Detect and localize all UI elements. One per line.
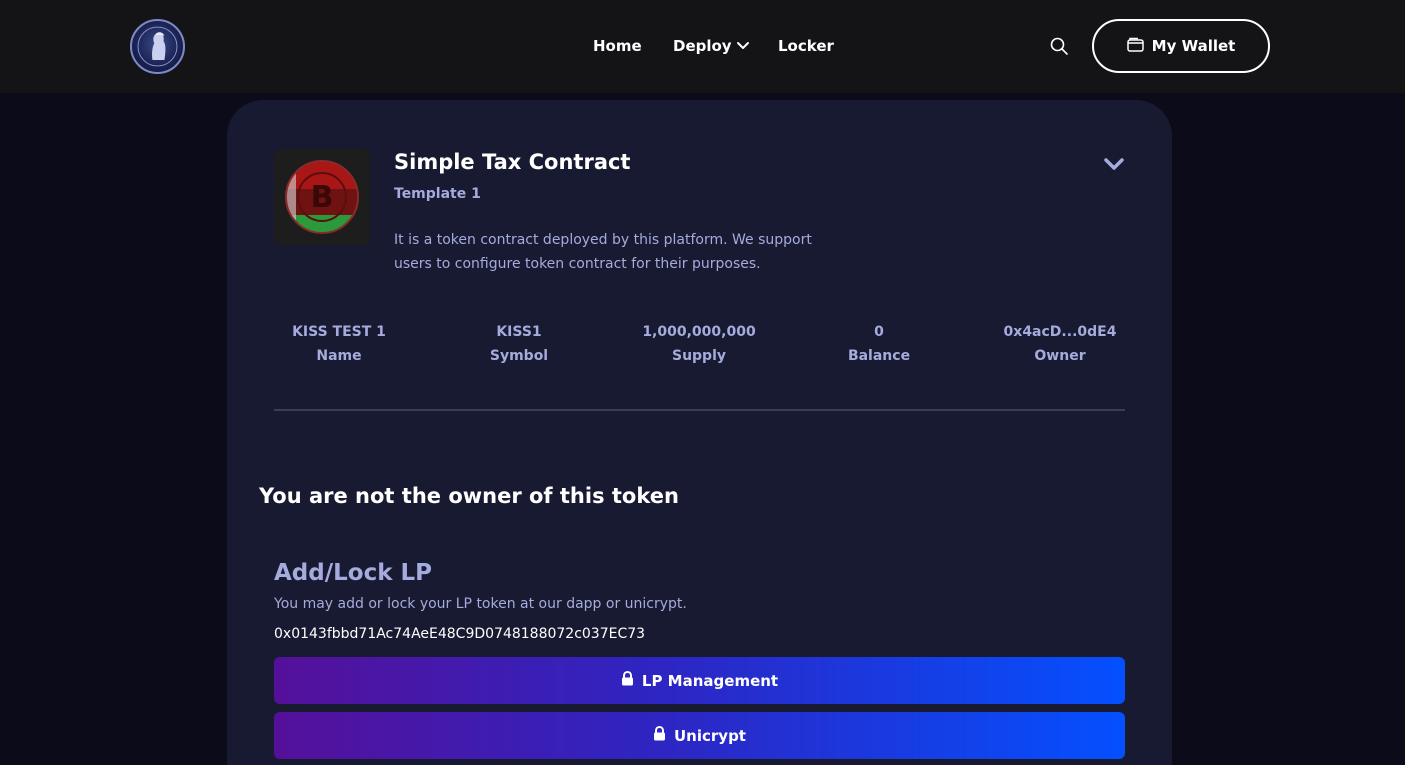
chevron-down-icon[interactable] [1102, 154, 1126, 174]
nav-home-label: Home [593, 37, 642, 55]
chevron-down-icon [736, 41, 750, 51]
ownership-message: You are not the owner of this token [259, 484, 679, 508]
token-image: B [274, 149, 370, 245]
contract-description: It is a token contract deployed by this … [394, 232, 812, 272]
unicrypt-button[interactable]: Unicrypt [274, 712, 1125, 759]
nav-deploy-dropdown[interactable]: Deploy [673, 34, 750, 58]
nav-locker-label: Locker [778, 37, 834, 55]
stat-value: KISS TEST 1 [292, 324, 386, 340]
nav-deploy-label: Deploy [673, 37, 732, 55]
lock-icon [653, 725, 666, 745]
template-name: Template 1 [394, 186, 481, 202]
stat-supply: 1,000,000,000 Supply [619, 320, 779, 368]
lock-icon [621, 670, 634, 690]
stat-label: Supply [671, 348, 727, 364]
my-wallet-label: My Wallet [1151, 37, 1236, 55]
svg-text:B: B [311, 180, 334, 215]
stat-label: Balance [847, 348, 911, 364]
my-wallet-button[interactable]: My Wallet [1092, 19, 1270, 73]
contract-title: Simple Tax Contract [394, 150, 631, 174]
lp-pair-address: 0x0143fbbd71Ac74AeE48C9D0748188072c037EC… [274, 626, 646, 642]
nav-home-link[interactable]: Home [593, 34, 642, 58]
stat-label: Symbol [489, 348, 549, 364]
lp-management-button[interactable]: LP Management [274, 657, 1125, 704]
lp-section-title: Add/Lock LP [274, 560, 433, 586]
stat-value: 0x4acD...0dE4 [1003, 324, 1117, 340]
stat-label: Owner [1034, 348, 1086, 364]
stat-label: Name [316, 348, 362, 364]
stat-owner: 0x4acD...0dE4 Owner [980, 320, 1140, 368]
lp-management-label: LP Management [641, 671, 779, 690]
stat-symbol: KISS1 Symbol [439, 320, 599, 368]
stat-value: 0 [874, 324, 884, 340]
stat-value: 1,000,000,000 [642, 324, 756, 340]
stat-name: KISS TEST 1 Name [259, 320, 419, 368]
top-navigation-bar: Home Deploy Locker My Wallet [0, 0, 1405, 93]
lp-section-description: You may add or lock your LP token at our… [274, 596, 687, 612]
stat-balance: 0 Balance [799, 320, 959, 368]
section-divider [274, 409, 1125, 411]
search-icon[interactable] [1049, 36, 1069, 56]
wallet-icon [1126, 37, 1144, 56]
unicrypt-label: Unicrypt [674, 726, 746, 745]
nav-locker-link[interactable]: Locker [778, 34, 834, 58]
stat-value: KISS1 [496, 324, 542, 340]
site-logo[interactable] [130, 19, 185, 74]
